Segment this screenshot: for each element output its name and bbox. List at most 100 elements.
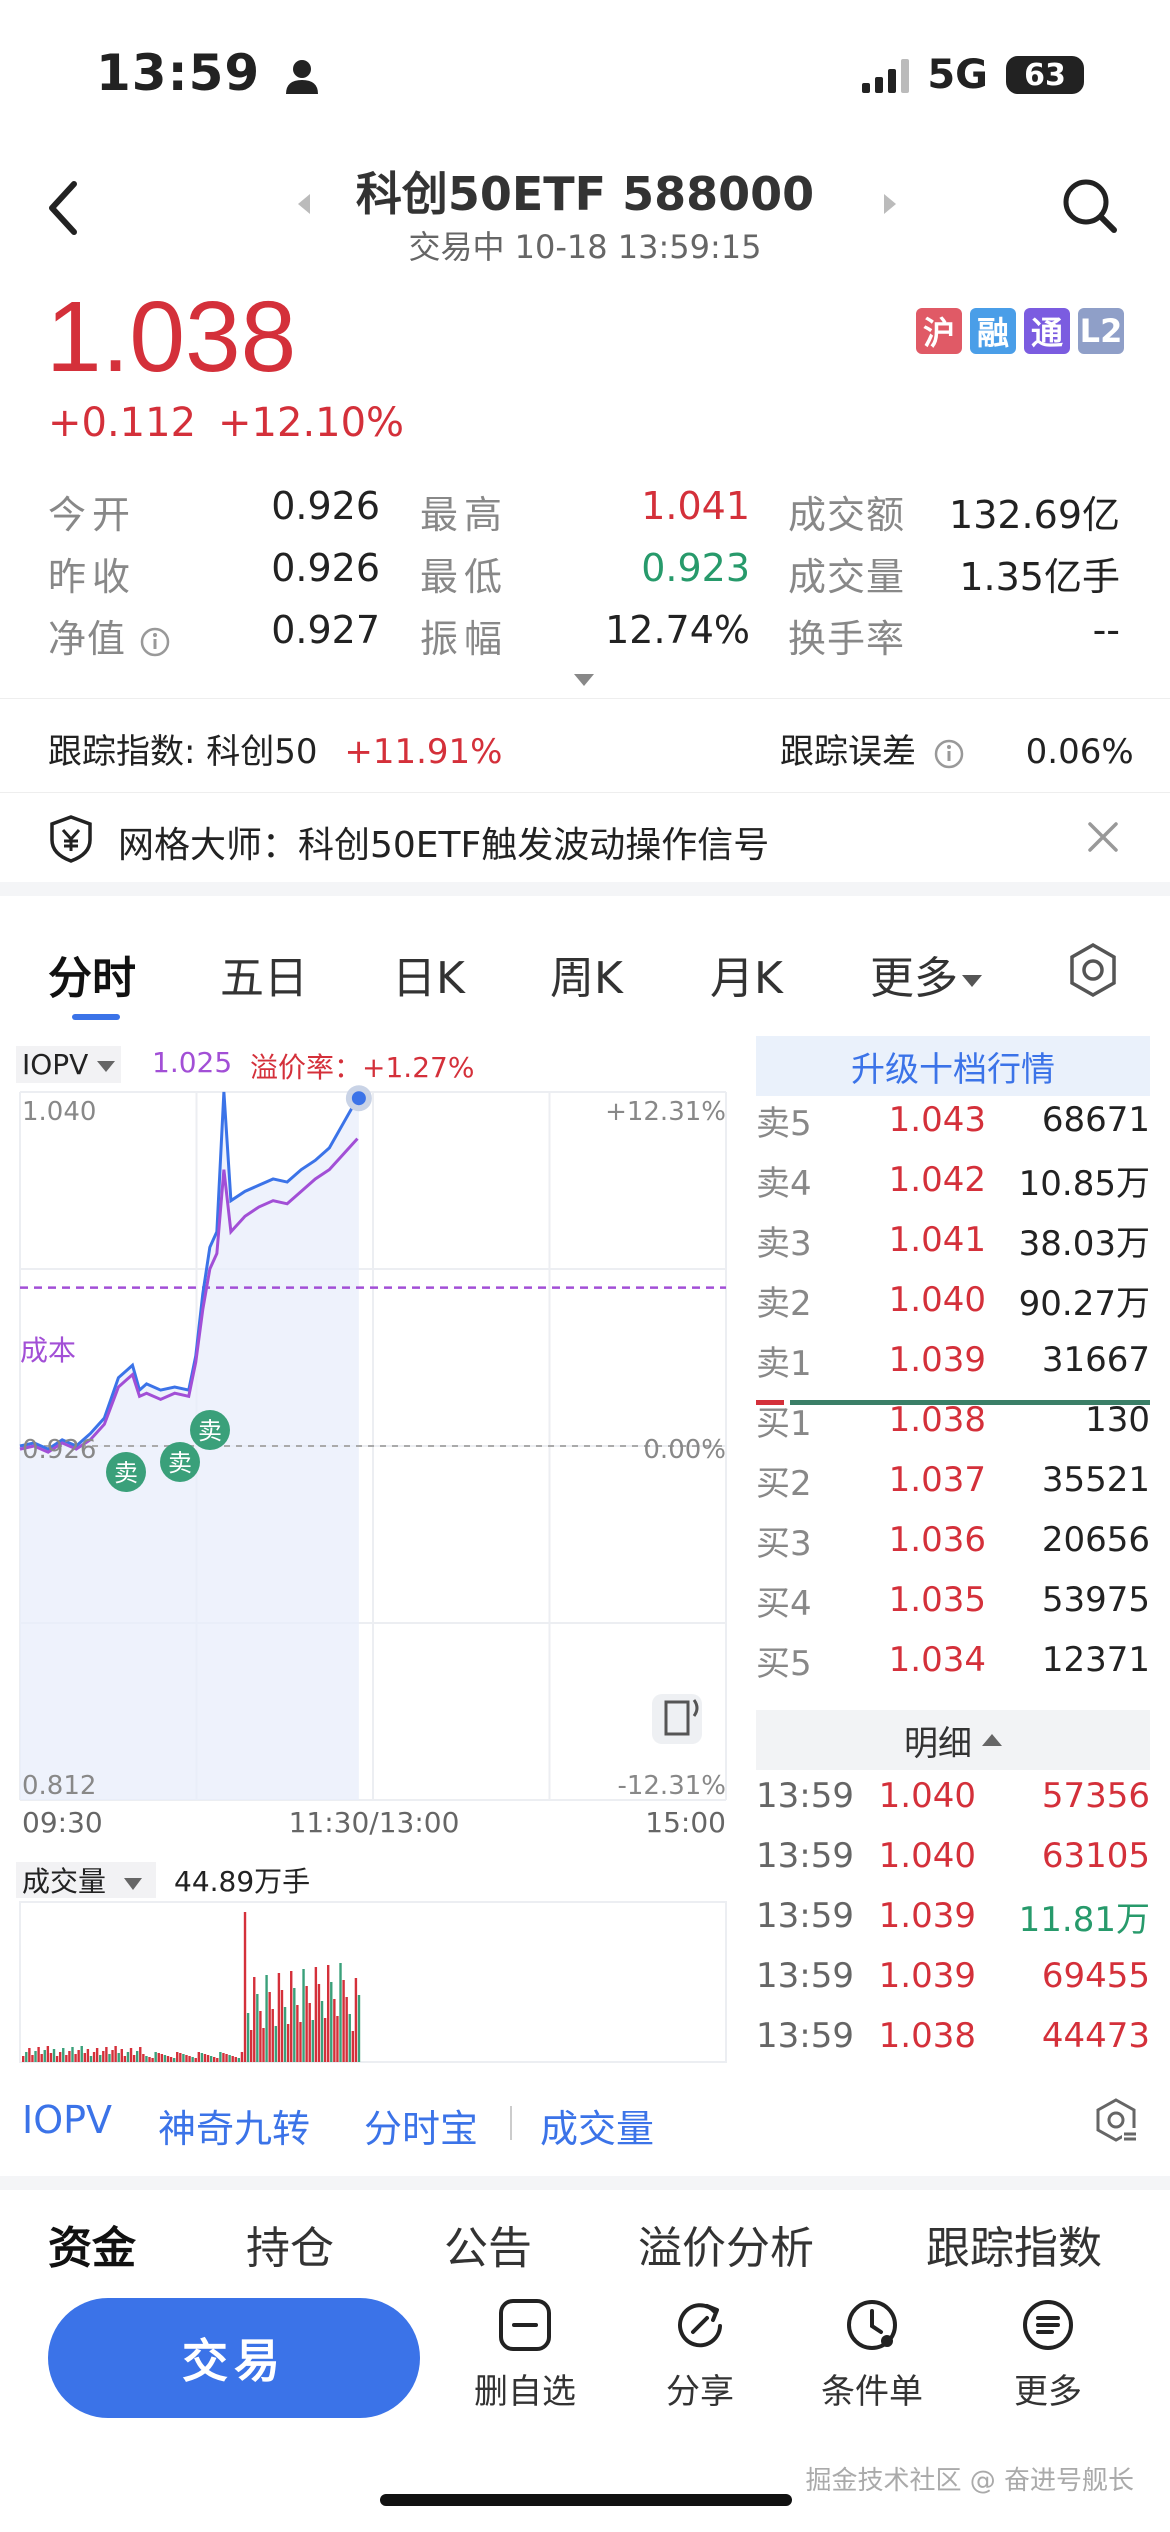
change-percent: +12.10% bbox=[218, 400, 405, 446]
remove-watchlist-button[interactable]: 删自选 bbox=[455, 2296, 595, 2413]
bid-row[interactable]: 买2 1.037 35521 bbox=[756, 1450, 1150, 1510]
ask-row[interactable]: 卖3 1.041 38.03万 bbox=[756, 1210, 1150, 1270]
volume-bar bbox=[342, 1980, 345, 2062]
low-value: 0.923 bbox=[641, 546, 750, 590]
watermark: 掘金技术社区 @ 奋进号舰长 bbox=[805, 2466, 1134, 2496]
volume-label: 成交量 bbox=[788, 555, 906, 599]
share-label: 分享 bbox=[666, 2372, 734, 2412]
tab-holdings[interactable]: 持仓 bbox=[246, 2212, 334, 2276]
amplitude-value: 12.74% bbox=[605, 608, 750, 652]
info-icon[interactable] bbox=[933, 738, 965, 770]
volume-bar bbox=[40, 2054, 43, 2062]
volume-bar bbox=[302, 1969, 305, 2062]
indicator-settings-icon[interactable] bbox=[1092, 2096, 1142, 2146]
banner-text[interactable]: 网格大师：科创50ETF触发波动操作信号 bbox=[118, 816, 769, 868]
ask-row[interactable]: 卖4 1.042 10.85万 bbox=[756, 1150, 1150, 1210]
tab-intraday[interactable]: 分时 bbox=[48, 942, 136, 1006]
bid-row[interactable]: 买1 1.038 130 bbox=[756, 1390, 1150, 1450]
ask-row-volume: 38.03万 bbox=[1018, 1223, 1150, 1264]
volume-bar bbox=[99, 2055, 102, 2062]
volume-bar bbox=[22, 2056, 25, 2062]
volume-selector[interactable]: 成交量 bbox=[16, 1862, 156, 1898]
volume-bar bbox=[305, 1986, 308, 2062]
tool-iopv[interactable]: IOPV bbox=[22, 2098, 112, 2142]
ask-row[interactable]: 卖2 1.040 90.27万 bbox=[756, 1270, 1150, 1330]
badge-margin[interactable]: 融 bbox=[970, 308, 1016, 354]
detail-row-label: 13:59 bbox=[756, 1776, 854, 1816]
info-icon[interactable] bbox=[139, 626, 171, 658]
battery-level: 63 bbox=[1024, 57, 1066, 93]
active-tab-indicator bbox=[72, 1014, 120, 1020]
iopv-selector[interactable]: IOPV bbox=[16, 1046, 122, 1083]
volume-bar bbox=[182, 2054, 185, 2062]
condition-order-button[interactable]: 条件单 bbox=[802, 2296, 942, 2413]
badge-l2[interactable]: L2 bbox=[1078, 308, 1124, 354]
ask-row[interactable]: 卖5 1.043 68671 bbox=[756, 1090, 1150, 1150]
settings-icon[interactable] bbox=[1066, 942, 1120, 998]
volume-bar bbox=[243, 1912, 247, 2062]
tab-tracking-index[interactable]: 跟踪指数 bbox=[926, 2212, 1102, 2276]
volume-value: 1.35亿手 bbox=[959, 555, 1120, 599]
trading-status: 交易中 10-18 13:59:15 bbox=[408, 228, 762, 266]
detail-row[interactable]: 13:59 1.039 69455 bbox=[756, 1946, 1150, 2006]
iopv-value: 1.025 bbox=[152, 1046, 233, 1079]
tab-premium-analysis[interactable]: 溢价分析 bbox=[638, 2212, 814, 2276]
close-icon[interactable] bbox=[1086, 820, 1120, 854]
tab-more[interactable]: 更多 bbox=[870, 942, 982, 1006]
volume-frame bbox=[19, 1901, 727, 2063]
volume-bar bbox=[95, 2048, 99, 2062]
tab-funds[interactable]: 资金 bbox=[48, 2212, 136, 2276]
rotate-icon[interactable] bbox=[652, 1694, 702, 1744]
bid-row[interactable]: 买4 1.035 53975 bbox=[756, 1570, 1150, 1630]
search-icon[interactable] bbox=[1060, 176, 1120, 236]
detail-row[interactable]: 13:59 1.040 57356 bbox=[756, 1766, 1150, 1826]
tab-monthly-k[interactable]: 月K bbox=[710, 942, 783, 1006]
badge-connect[interactable]: 通 bbox=[1024, 308, 1070, 354]
tool-magic-nine[interactable]: 神奇九转 bbox=[158, 2098, 310, 2153]
volume-bar bbox=[290, 1971, 293, 2062]
volume-bar bbox=[249, 2030, 253, 2062]
trade-button[interactable]: 交易 bbox=[48, 2298, 420, 2418]
bid-row-label: 买5 bbox=[756, 1643, 812, 1684]
share-button[interactable]: 分享 bbox=[630, 2296, 770, 2413]
badge-sh[interactable]: 沪 bbox=[916, 308, 962, 354]
volume-bar bbox=[240, 2052, 244, 2062]
tab-weekly-k[interactable]: 周K bbox=[550, 942, 623, 1006]
bid-row[interactable]: 买3 1.036 20656 bbox=[756, 1510, 1150, 1570]
volume-bar bbox=[330, 1982, 333, 2062]
upgrade-level10-button[interactable]: 升级十档行情 bbox=[756, 1036, 1150, 1096]
volume-bar bbox=[323, 2018, 327, 2062]
tool-volume[interactable]: 成交量 bbox=[540, 2098, 654, 2153]
home-indicator[interactable] bbox=[380, 2494, 792, 2506]
ask-row-label: 卖5 bbox=[756, 1103, 812, 1144]
menu-icon bbox=[1023, 2300, 1073, 2350]
ask-row[interactable]: 卖1 1.039 31667 bbox=[756, 1330, 1150, 1390]
detail-row[interactable]: 13:59 1.040 63105 bbox=[756, 1826, 1150, 1886]
sell-marker-text: 卖 bbox=[198, 1417, 222, 1445]
detail-row-price: 1.039 bbox=[878, 1956, 976, 1996]
turnover-label: 换手率 bbox=[788, 617, 906, 661]
intraday-chart[interactable]: 1.040 0.812 0.926 +12.31% 0.00% -12.31% … bbox=[0, 1082, 740, 2068]
tool-intraday-treasure[interactable]: 分时宝 bbox=[364, 2098, 478, 2153]
tab-announcements[interactable]: 公告 bbox=[444, 2212, 532, 2276]
sell-marker[interactable]: 卖 bbox=[190, 1410, 230, 1450]
volume-bar bbox=[256, 1994, 259, 2062]
sell-marker[interactable]: 卖 bbox=[106, 1452, 146, 1492]
tab-five-day[interactable]: 五日 bbox=[220, 942, 308, 1006]
detail-row-volume: 57356 bbox=[1041, 1776, 1150, 1816]
expand-caret-icon[interactable] bbox=[574, 674, 594, 686]
detail-header[interactable]: 明细 bbox=[756, 1710, 1150, 1770]
next-stock-arrow-icon[interactable] bbox=[884, 194, 896, 214]
detail-row-label: 13:59 bbox=[756, 2016, 854, 2056]
volume-bar bbox=[43, 2050, 46, 2062]
tracking-index[interactable]: 跟踪指数: 科创50 +11.91% bbox=[48, 724, 502, 773]
x-label-end: 15:00 bbox=[645, 1806, 726, 1839]
sell-marker[interactable]: 卖 bbox=[160, 1442, 200, 1482]
detail-row[interactable]: 13:59 1.039 11.81万 bbox=[756, 1886, 1150, 1946]
detail-header-label: 明细 bbox=[904, 1723, 972, 1764]
detail-row[interactable]: 13:59 1.038 44473 bbox=[756, 2006, 1150, 2066]
bid-row-volume: 130 bbox=[1085, 1400, 1150, 1440]
bid-row[interactable]: 买5 1.034 12371 bbox=[756, 1630, 1150, 1690]
tab-daily-k[interactable]: 日K bbox=[392, 942, 465, 1006]
more-button[interactable]: 更多 bbox=[978, 2296, 1118, 2413]
